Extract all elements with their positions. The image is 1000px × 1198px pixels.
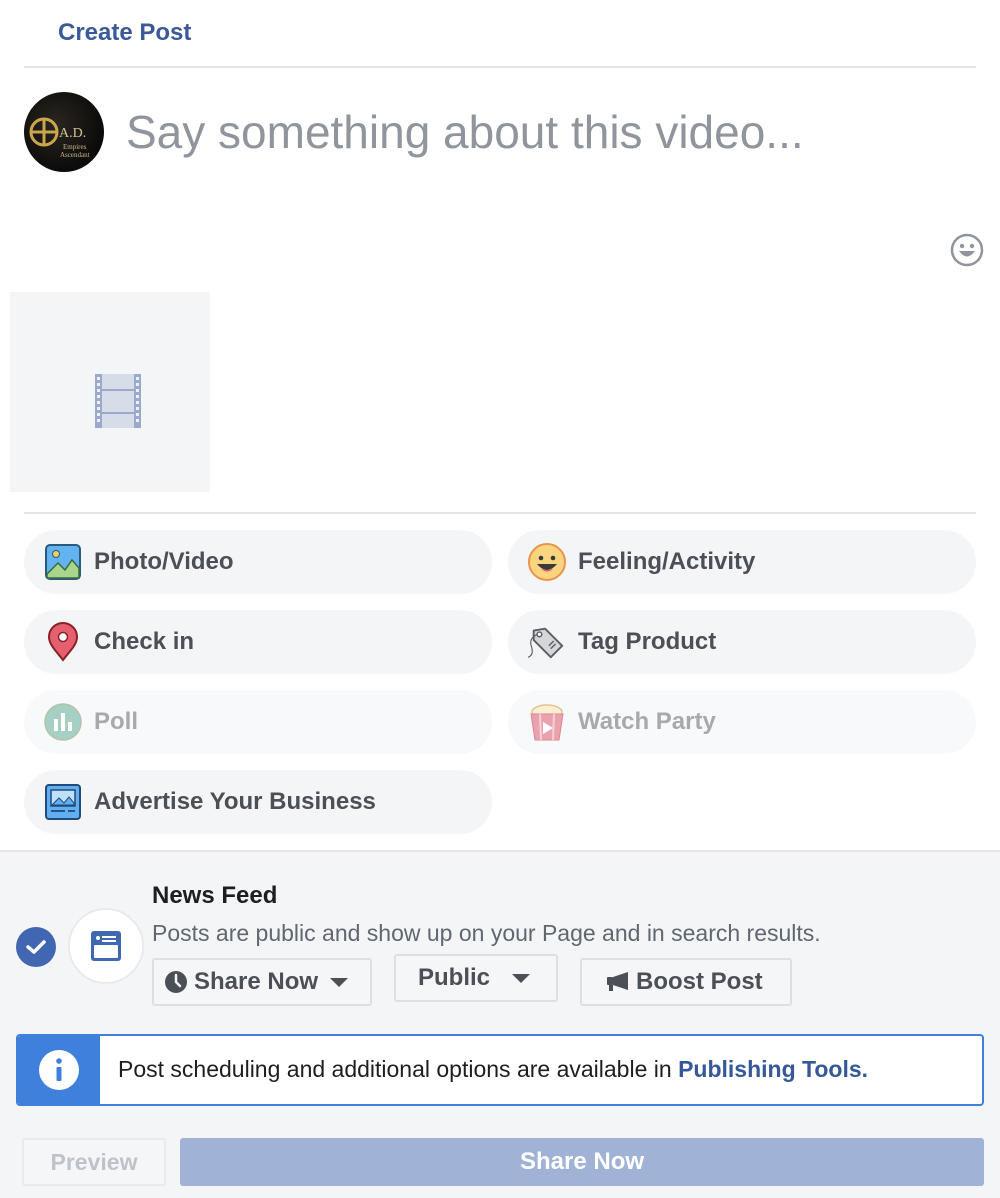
location-pin-icon xyxy=(44,622,82,662)
action-label: Advertise Your Business xyxy=(94,788,376,815)
avatar-subtitle-1: Empires xyxy=(63,143,87,151)
action-tag-product[interactable]: Tag Product xyxy=(508,610,976,674)
publishing-tools-notice: Post scheduling and additional options a… xyxy=(16,1034,984,1106)
popcorn-icon xyxy=(528,703,566,741)
action-label: Photo/Video xyxy=(94,548,234,575)
price-tag-icon xyxy=(528,623,566,661)
action-label: Watch Party xyxy=(578,708,716,735)
action-label: Feeling/Activity xyxy=(578,548,756,575)
schedule-dropdown-label: Share Now xyxy=(194,968,319,995)
publishing-tools-link[interactable]: Publishing Tools. xyxy=(678,1056,868,1082)
chevron-down-icon xyxy=(512,973,531,983)
page-logo-icon: A.D. Empires Ascendant xyxy=(29,117,90,159)
news-feed-icon xyxy=(91,931,121,961)
advertise-icon xyxy=(44,783,82,821)
video-attachment-thumbnail[interactable] xyxy=(10,292,210,492)
poll-chart-icon xyxy=(44,703,82,741)
action-check-in[interactable]: Check in xyxy=(24,610,492,674)
photo-video-icon xyxy=(44,543,82,581)
boost-post-button[interactable]: Boost Post xyxy=(580,958,792,1006)
header-title[interactable]: Create Post xyxy=(58,19,191,47)
news-feed-description: Posts are public and show up on your Pag… xyxy=(152,920,821,946)
share-now-button[interactable]: Share Now xyxy=(180,1138,984,1186)
avatar-subtitle-2: Ascendant xyxy=(60,151,90,159)
film-strip-icon xyxy=(95,374,141,428)
checkmark-icon xyxy=(26,940,46,954)
action-photo-video[interactable]: Photo/Video xyxy=(24,530,492,594)
news-feed-title: News Feed xyxy=(152,882,278,909)
action-watch-party: Watch Party xyxy=(508,690,976,754)
info-icon xyxy=(39,1050,79,1090)
info-banner-accent xyxy=(18,1036,100,1104)
action-poll: Poll xyxy=(24,690,492,754)
page-avatar[interactable]: A.D. Empires Ascendant xyxy=(24,92,104,172)
preview-button[interactable]: Preview xyxy=(22,1138,166,1186)
action-feeling-activity[interactable]: Feeling/Activity xyxy=(508,530,976,594)
megaphone-icon xyxy=(607,972,628,991)
dialog-header: Create Post xyxy=(24,0,976,68)
boost-post-label: Boost Post xyxy=(636,968,763,995)
action-label: Check in xyxy=(94,628,195,655)
info-text: Post scheduling and additional options a… xyxy=(118,1056,679,1082)
composer: A.D. Empires Ascendant xyxy=(24,92,976,172)
news-feed-icon-badge xyxy=(68,908,144,984)
action-label: Tag Product xyxy=(578,628,717,655)
emoji-picker-button[interactable] xyxy=(950,233,984,267)
chevron-down-icon xyxy=(330,977,349,987)
avatar-brand-text: A.D. xyxy=(59,126,86,141)
action-advertise-business[interactable]: Advertise Your Business xyxy=(24,770,492,834)
action-label: Poll xyxy=(94,708,139,735)
post-text-input[interactable] xyxy=(126,102,966,162)
audience-dropdown-label: Public xyxy=(418,964,491,991)
feeling-emoji-icon xyxy=(528,543,566,581)
info-message: Post scheduling and additional options a… xyxy=(118,1056,868,1083)
smiley-icon xyxy=(950,233,984,267)
section-divider xyxy=(24,512,976,514)
news-feed-checkbox[interactable] xyxy=(16,927,56,967)
clock-icon xyxy=(165,971,187,993)
audience-dropdown[interactable]: Public xyxy=(394,954,558,1002)
schedule-dropdown[interactable]: Share Now xyxy=(152,958,372,1006)
